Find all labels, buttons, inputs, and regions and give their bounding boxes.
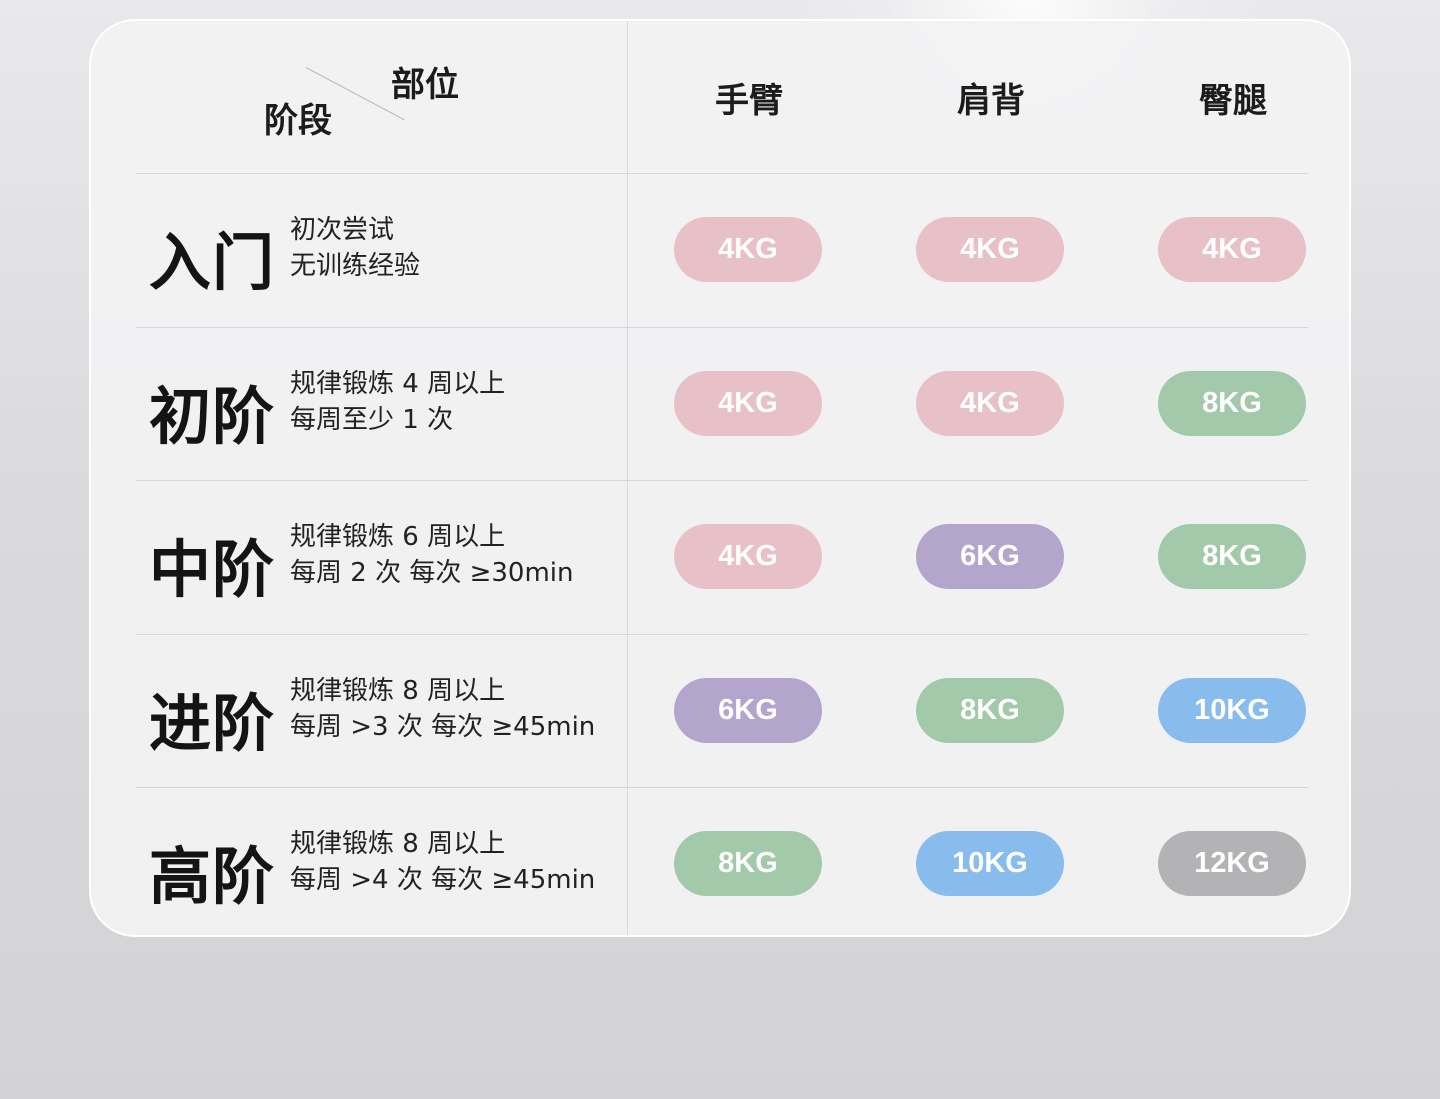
stage-name: 进阶 <box>149 687 276 760</box>
stage-name: 中阶 <box>149 533 276 606</box>
weight-pill-shoulder-back: 4KG <box>916 217 1064 282</box>
weight-pill-glute-leg: 12KG <box>1158 831 1306 896</box>
weight-pill-arm: 4KG <box>674 524 822 589</box>
weight-pill-shoulder-back: 10KG <box>916 831 1064 896</box>
stage-desc-line2: 每周至少 1 次 <box>290 405 454 435</box>
table-row: 入门 初次尝试 无训练经验 4KG 4KG 4KG <box>91 174 1349 327</box>
stage-desc-line1: 规律锻炼 8 周以上 <box>290 676 506 706</box>
stage-description: 初次尝试 无训练经验 <box>290 212 420 284</box>
table-row: 初阶 规律锻炼 4 周以上 每周至少 1 次 4KG 4KG 8KG <box>91 328 1349 481</box>
weight-pill-glute-leg: 4KG <box>1158 217 1306 282</box>
weight-pill-arm: 4KG <box>674 217 822 282</box>
stage-desc-line1: 规律锻炼 4 周以上 <box>290 369 506 399</box>
stage-desc-line2: 每周 >4 次 每次 ≥45min <box>290 865 596 895</box>
weight-pill-arm: 4KG <box>674 371 822 436</box>
stage-name: 高阶 <box>149 840 276 913</box>
table-row: 进阶 规律锻炼 8 周以上 每周 >3 次 每次 ≥45min 6KG 8KG … <box>91 635 1349 788</box>
header-part-label: 部位 <box>391 65 459 105</box>
table-row: 高阶 规律锻炼 8 周以上 每周 >4 次 每次 ≥45min 8KG 10KG… <box>91 788 1349 935</box>
weight-recommendation-table: 部位 阶段 手臂 肩背 臀腿 入门 初次尝试 无训练经验 4KG 4KG 4KG… <box>89 19 1351 937</box>
header-stage-label: 阶段 <box>264 101 332 141</box>
weight-pill-shoulder-back: 4KG <box>916 371 1064 436</box>
weight-pill-glute-leg: 8KG <box>1158 524 1306 589</box>
stage-desc-line1: 规律锻炼 8 周以上 <box>290 829 506 859</box>
column-head-glute-leg: 臀腿 <box>1199 81 1267 121</box>
stage-name: 入门 <box>149 226 276 299</box>
stage-desc-line1: 初次尝试 <box>290 215 395 245</box>
stage-description: 规律锻炼 6 周以上 每周 2 次 每次 ≥30min <box>290 519 574 591</box>
stage-description: 规律锻炼 8 周以上 每周 >3 次 每次 ≥45min <box>290 673 595 745</box>
stage-desc-line2: 每周 >3 次 每次 ≥45min <box>290 712 596 742</box>
stage-desc-line1: 规律锻炼 6 周以上 <box>290 522 506 552</box>
stage-description: 规律锻炼 8 周以上 每周 >4 次 每次 ≥45min <box>290 826 595 898</box>
column-head-shoulder-back: 肩背 <box>957 81 1025 121</box>
column-head-arm: 手臂 <box>715 81 783 121</box>
table-row: 中阶 规律锻炼 6 周以上 每周 2 次 每次 ≥30min 4KG 6KG 8… <box>91 481 1349 634</box>
weight-pill-glute-leg: 10KG <box>1158 678 1306 743</box>
stage-description: 规律锻炼 4 周以上 每周至少 1 次 <box>290 366 505 438</box>
stage-name: 初阶 <box>149 380 276 453</box>
weight-pill-arm: 8KG <box>674 831 822 896</box>
stage-desc-line2: 无训练经验 <box>290 251 421 281</box>
weight-pill-shoulder-back: 8KG <box>916 678 1064 743</box>
stage-desc-line2: 每周 2 次 每次 ≥30min <box>290 558 574 588</box>
weight-pill-arm: 6KG <box>674 678 822 743</box>
weight-pill-glute-leg: 8KG <box>1158 371 1306 436</box>
weight-pill-shoulder-back: 6KG <box>916 524 1064 589</box>
